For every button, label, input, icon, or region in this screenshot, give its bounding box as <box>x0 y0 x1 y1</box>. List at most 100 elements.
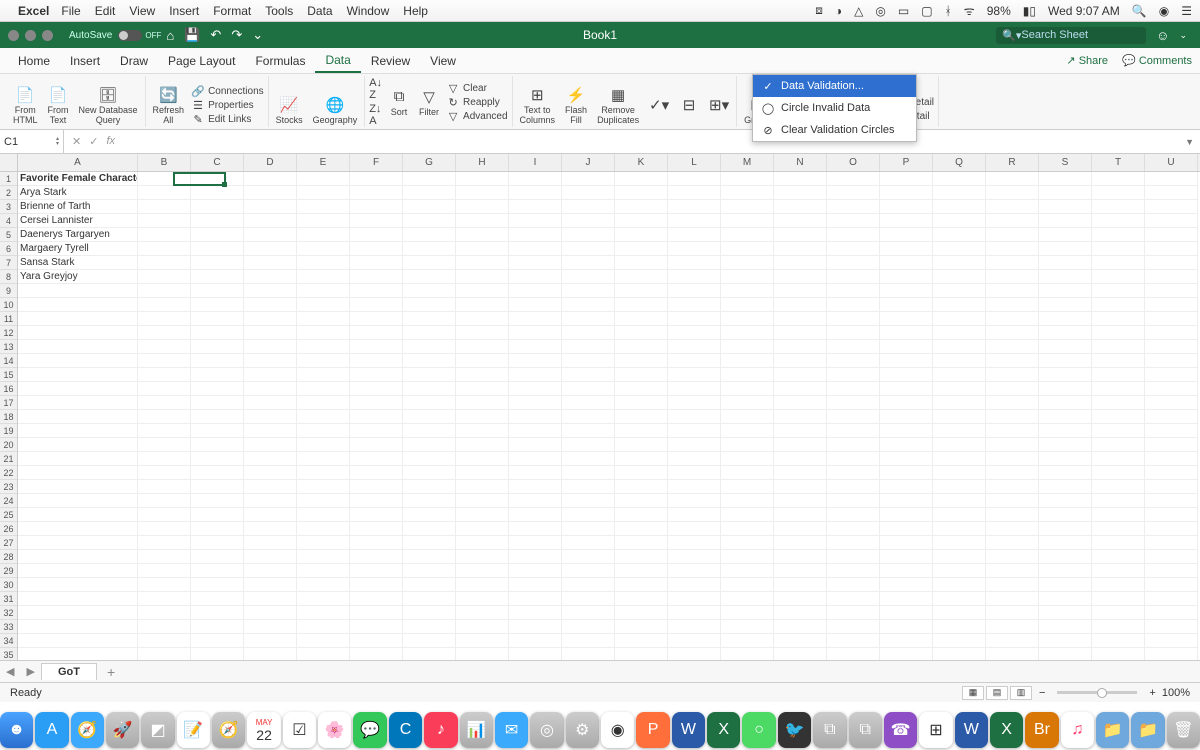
cell-P9[interactable] <box>880 284 933 298</box>
cell-F2[interactable] <box>350 186 403 200</box>
cell-U27[interactable] <box>1145 536 1198 550</box>
cell-H1[interactable] <box>456 172 509 186</box>
cell-E6[interactable] <box>297 242 350 256</box>
cell-R32[interactable] <box>986 606 1039 620</box>
new-db-query-button[interactable]: 🗄New DatabaseQuery <box>76 83 141 127</box>
cell-N4[interactable] <box>774 214 827 228</box>
cell-U11[interactable] <box>1145 312 1198 326</box>
cell-O31[interactable] <box>827 592 880 606</box>
cell-L27[interactable] <box>668 536 721 550</box>
cell-T20[interactable] <box>1092 438 1145 452</box>
cell-L18[interactable] <box>668 410 721 424</box>
cell-H8[interactable] <box>456 270 509 284</box>
cell-A24[interactable] <box>18 494 138 508</box>
window-minimize-button[interactable] <box>25 30 36 41</box>
cell-G6[interactable] <box>403 242 456 256</box>
cell-H29[interactable] <box>456 564 509 578</box>
cell-D24[interactable] <box>244 494 297 508</box>
cell-N28[interactable] <box>774 550 827 564</box>
cell-G4[interactable] <box>403 214 456 228</box>
cell-R9[interactable] <box>986 284 1039 298</box>
row-header-15[interactable]: 15 <box>0 368 17 382</box>
cell-N30[interactable] <box>774 578 827 592</box>
cell-K5[interactable] <box>615 228 668 242</box>
cell-G2[interactable] <box>403 186 456 200</box>
cell-C29[interactable] <box>191 564 244 578</box>
cell-K15[interactable] <box>615 368 668 382</box>
bluetooth-icon[interactable]: ᚼ <box>945 4 952 18</box>
cell-I12[interactable] <box>509 326 562 340</box>
cell-D13[interactable] <box>244 340 297 354</box>
cell-B3[interactable] <box>138 200 191 214</box>
cell-R12[interactable] <box>986 326 1039 340</box>
cell-T1[interactable] <box>1092 172 1145 186</box>
col-header-E[interactable]: E <box>297 154 350 171</box>
expand-formula-icon[interactable]: ▼ <box>1185 137 1194 147</box>
cell-L2[interactable] <box>668 186 721 200</box>
cell-B25[interactable] <box>138 508 191 522</box>
col-header-K[interactable]: K <box>615 154 668 171</box>
cell-C13[interactable] <box>191 340 244 354</box>
cell-A35[interactable] <box>18 648 138 660</box>
cell-A34[interactable] <box>18 634 138 648</box>
cell-D20[interactable] <box>244 438 297 452</box>
cell-F3[interactable] <box>350 200 403 214</box>
cell-M7[interactable] <box>721 256 774 270</box>
cell-M3[interactable] <box>721 200 774 214</box>
cell-U16[interactable] <box>1145 382 1198 396</box>
row-header-19[interactable]: 19 <box>0 424 17 438</box>
cell-C5[interactable] <box>191 228 244 242</box>
zoom-out-button[interactable]: − <box>1039 687 1045 699</box>
cell-O22[interactable] <box>827 466 880 480</box>
dock-app-icon-1[interactable]: ◩ <box>141 712 174 748</box>
cell-U20[interactable] <box>1145 438 1198 452</box>
cell-L29[interactable] <box>668 564 721 578</box>
dock-app-icon-10[interactable]: ☎ <box>884 712 917 748</box>
cell-C16[interactable] <box>191 382 244 396</box>
cell-D7[interactable] <box>244 256 297 270</box>
fx-icon[interactable]: fx <box>106 135 115 148</box>
save-icon[interactable]: 💾 <box>184 27 200 43</box>
cell-M19[interactable] <box>721 424 774 438</box>
cell-O16[interactable] <box>827 382 880 396</box>
cell-M4[interactable] <box>721 214 774 228</box>
cell-F18[interactable] <box>350 410 403 424</box>
cell-B5[interactable] <box>138 228 191 242</box>
cell-A15[interactable] <box>18 368 138 382</box>
cell-K30[interactable] <box>615 578 668 592</box>
row-header-27[interactable]: 27 <box>0 536 17 550</box>
cell-E1[interactable] <box>297 172 350 186</box>
cell-G24[interactable] <box>403 494 456 508</box>
cell-L30[interactable] <box>668 578 721 592</box>
cell-H18[interactable] <box>456 410 509 424</box>
cell-R19[interactable] <box>986 424 1039 438</box>
cell-O17[interactable] <box>827 396 880 410</box>
col-header-O[interactable]: O <box>827 154 880 171</box>
cell-T11[interactable] <box>1092 312 1145 326</box>
cell-H22[interactable] <box>456 466 509 480</box>
cell-P12[interactable] <box>880 326 933 340</box>
properties-button[interactable]: ☰Properties <box>191 99 264 111</box>
dock-notes-icon[interactable]: 📝 <box>177 712 210 748</box>
cell-K32[interactable] <box>615 606 668 620</box>
dock-app-icon-8[interactable]: ⧉ <box>813 712 846 748</box>
menu-file[interactable]: File <box>61 4 80 18</box>
cell-R5[interactable] <box>986 228 1039 242</box>
cell-C19[interactable] <box>191 424 244 438</box>
row-header-5[interactable]: 5 <box>0 228 17 242</box>
cell-C7[interactable] <box>191 256 244 270</box>
cell-P28[interactable] <box>880 550 933 564</box>
cell-U12[interactable] <box>1145 326 1198 340</box>
cell-K13[interactable] <box>615 340 668 354</box>
row-header-1[interactable]: 1 <box>0 172 17 186</box>
cell-T10[interactable] <box>1092 298 1145 312</box>
cell-Q31[interactable] <box>933 592 986 606</box>
cell-J7[interactable] <box>562 256 615 270</box>
cell-B34[interactable] <box>138 634 191 648</box>
cell-U6[interactable] <box>1145 242 1198 256</box>
cell-S31[interactable] <box>1039 592 1092 606</box>
cell-H12[interactable] <box>456 326 509 340</box>
cell-A4[interactable]: Cersei Lannister <box>18 214 138 228</box>
cell-M22[interactable] <box>721 466 774 480</box>
cell-U25[interactable] <box>1145 508 1198 522</box>
